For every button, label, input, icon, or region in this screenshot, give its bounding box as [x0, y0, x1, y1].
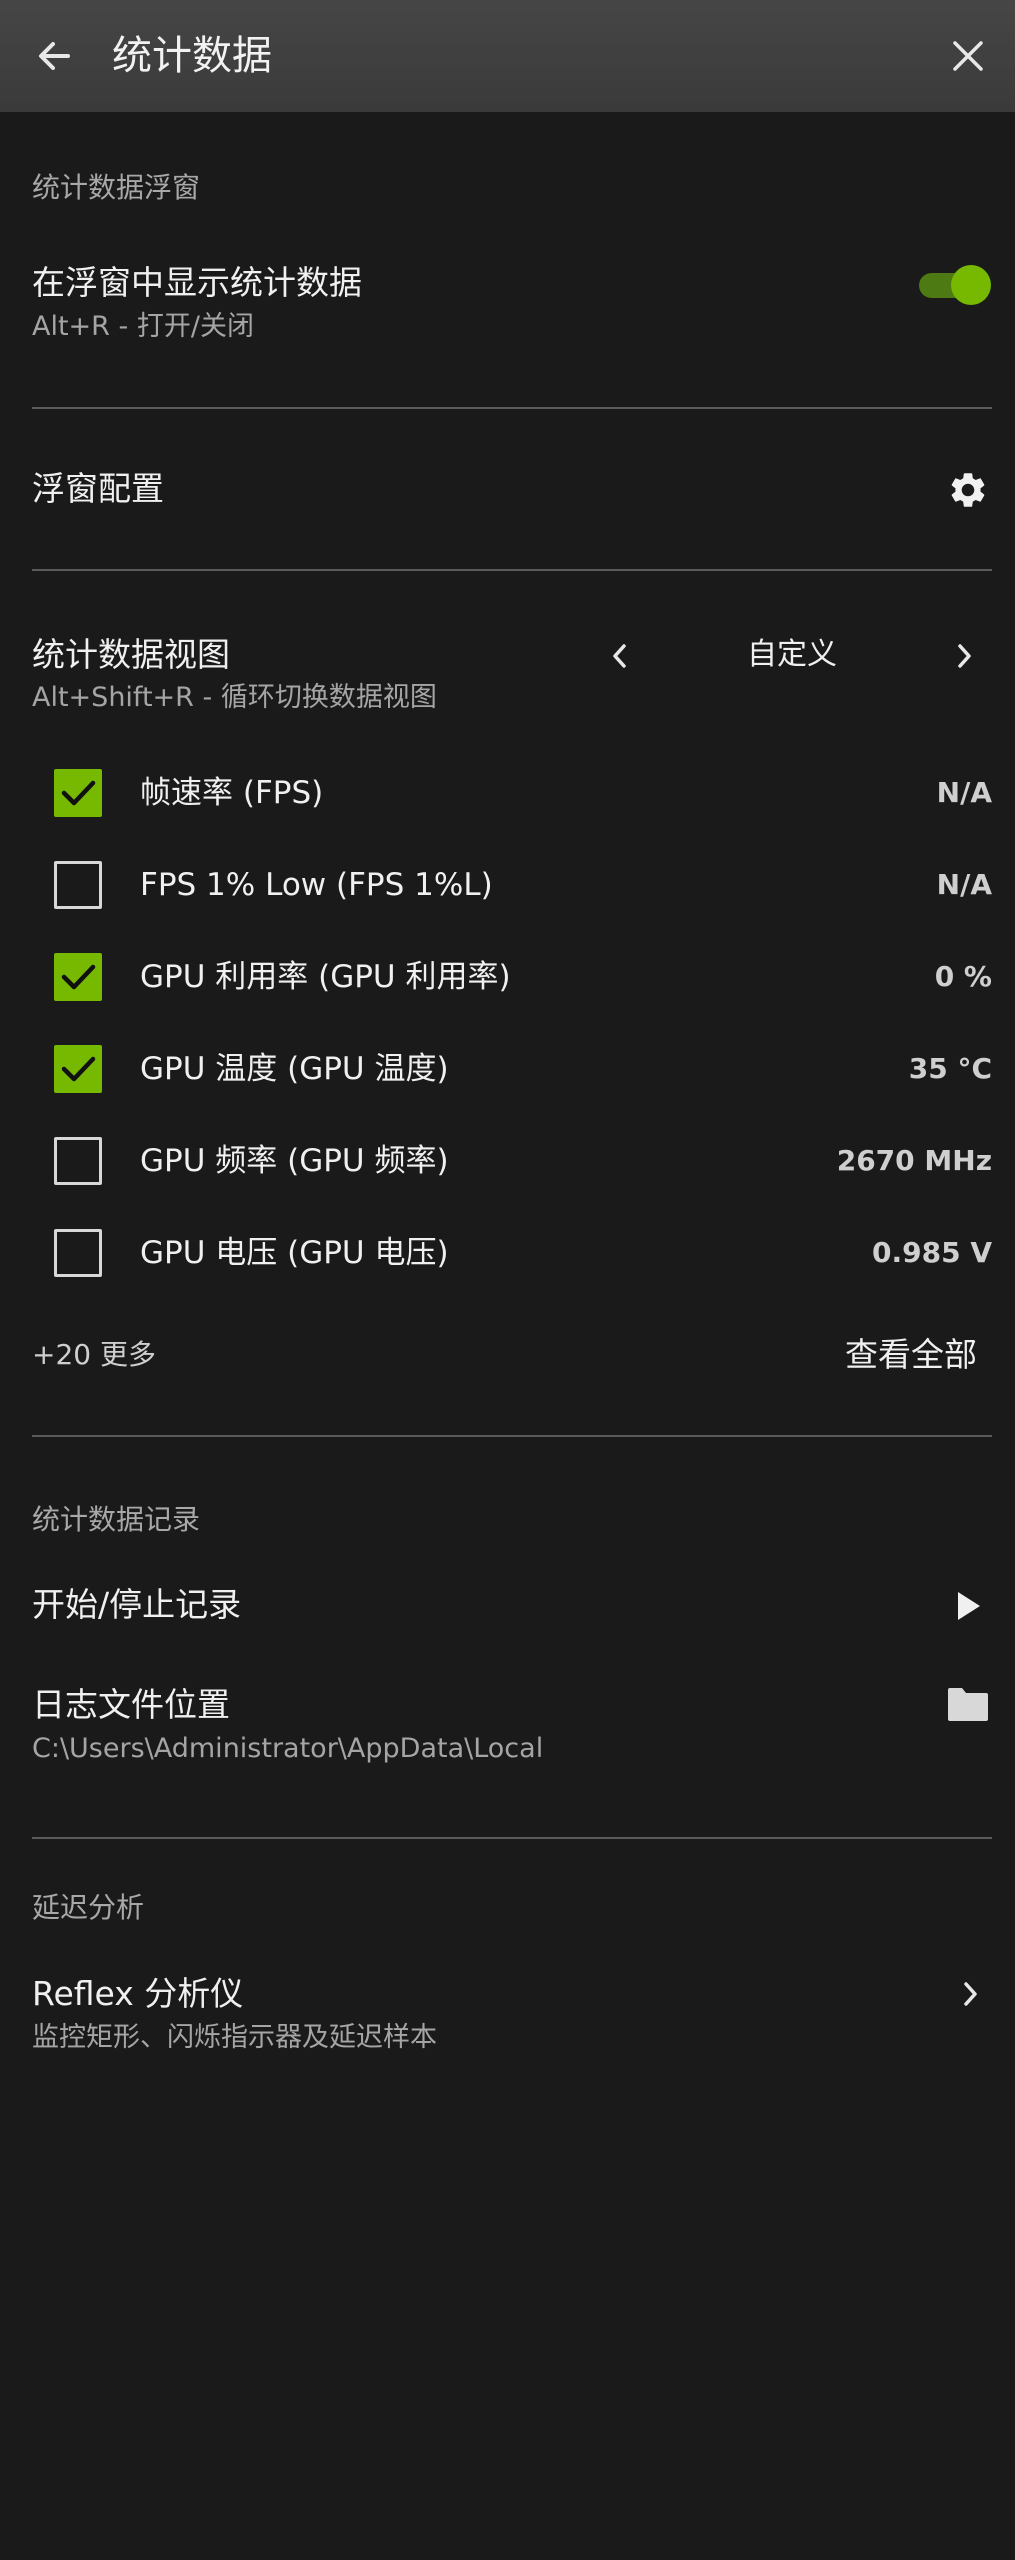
metric-value: N/A: [936, 776, 992, 809]
current-view-value: 自定义: [747, 637, 837, 672]
start-stop-logging-button[interactable]: [944, 1582, 992, 1630]
metric-checkbox[interactable]: [54, 769, 102, 817]
metric-label: GPU 电压 (GPU 电压): [140, 1235, 449, 1271]
title-bar: 统计数据: [0, 0, 1015, 112]
log-location-button[interactable]: [942, 1682, 994, 1726]
metric-label: GPU 利用率 (GPU 利用率): [140, 959, 511, 995]
more-count: +20 更多: [32, 1338, 156, 1371]
metric-value: 35 °C: [908, 1052, 992, 1085]
metric-label: 帧速率 (FPS): [140, 775, 324, 811]
reflex-analyzer-button[interactable]: [950, 1972, 990, 2016]
metric-value: 0 %: [934, 960, 992, 993]
reflex-analyzer-label[interactable]: Reflex 分析仪: [32, 1972, 243, 2016]
stats-view-shortcut: Alt+Shift+R - 循环切换数据视图: [32, 682, 437, 713]
section-title-overlay: 统计数据浮窗: [32, 171, 201, 204]
metric-value: 0.985 V: [872, 1236, 992, 1269]
next-view-button[interactable]: [944, 634, 984, 678]
gear-icon: [951, 473, 985, 507]
prev-view-button[interactable]: [600, 634, 640, 678]
start-stop-logging-label[interactable]: 开始/停止记录: [32, 1583, 241, 1627]
close-icon: [953, 41, 983, 71]
metric-label: FPS 1% Low (FPS 1%L): [140, 867, 493, 903]
metric-label: GPU 温度 (GPU 温度): [140, 1051, 449, 1087]
arrow-left-icon: [39, 42, 70, 70]
metric-checkbox[interactable]: [54, 1137, 102, 1185]
back-button[interactable]: [30, 32, 78, 80]
divider: [32, 407, 992, 409]
folder-icon: [948, 1688, 988, 1721]
play-icon: [958, 1592, 980, 1620]
metric-value: 2670 MHz: [836, 1144, 992, 1177]
overlay-config-label[interactable]: 浮窗配置: [32, 467, 164, 511]
chevron-right-icon: [964, 1982, 977, 2006]
metric-value: N/A: [936, 868, 992, 901]
log-location-path: C:\Users\Administrator\AppData\Local: [32, 1733, 544, 1764]
chevron-right-icon: [958, 644, 971, 668]
show-overlay-label: 在浮窗中显示统计数据: [32, 263, 362, 302]
metric-checkbox[interactable]: [54, 861, 102, 909]
section-title-logging: 统计数据记录: [32, 1503, 201, 1536]
log-location-label: 日志文件位置: [32, 1685, 230, 1724]
divider: [32, 1435, 992, 1437]
metric-checkbox[interactable]: [54, 953, 102, 1001]
overlay-config-button[interactable]: [944, 466, 992, 514]
reflex-analyzer-description: 监控矩形、闪烁指示器及延迟样本: [32, 2022, 437, 2053]
show-overlay-toggle[interactable]: [919, 264, 992, 305]
divider: [32, 569, 992, 571]
checkmark-icon: [61, 1056, 96, 1082]
checkmark-icon: [61, 964, 96, 990]
stats-view-label: 统计数据视图: [32, 635, 230, 674]
chevron-left-icon: [613, 644, 626, 668]
metric-checkbox[interactable]: [54, 1229, 102, 1277]
show-overlay-shortcut: Alt+R - 打开/关闭: [32, 311, 254, 342]
toggle-knob: [951, 265, 991, 305]
metric-label: GPU 频率 (GPU 频率): [140, 1143, 449, 1179]
metric-checkbox[interactable]: [54, 1045, 102, 1093]
section-title-latency: 延迟分析: [32, 1891, 145, 1924]
checkmark-icon: [61, 780, 96, 806]
page-title: 统计数据: [112, 33, 272, 79]
divider: [32, 1837, 992, 1839]
view-all-button[interactable]: 查看全部: [845, 1333, 977, 1377]
close-button[interactable]: [944, 32, 992, 80]
